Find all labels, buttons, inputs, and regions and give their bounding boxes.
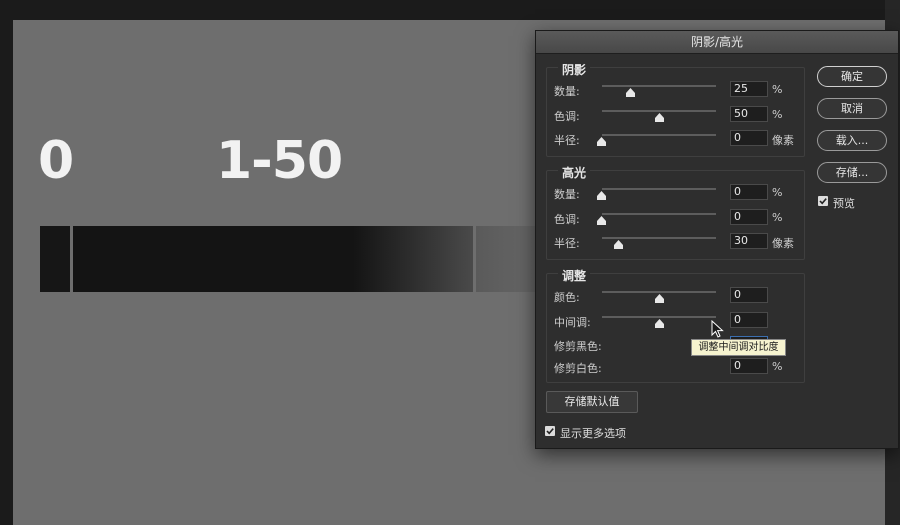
adjust-color-field[interactable]: 0 [730, 287, 768, 303]
load-button[interactable]: 载入... [817, 130, 887, 151]
adjust-midtone-label: 中间调: [554, 316, 591, 329]
highlights-radius-thumb[interactable] [614, 240, 623, 249]
show-more-options-checkbox[interactable] [545, 426, 555, 436]
highlights-tone-field[interactable]: 0 [730, 209, 768, 225]
tone-swatch-black [40, 226, 70, 292]
shadows-radius-thumb[interactable] [597, 137, 606, 146]
save-button[interactable]: 存储... [817, 162, 887, 183]
adjust-color-thumb[interactable] [655, 294, 664, 303]
midtone-tooltip: 调整中间调对比度 [691, 339, 786, 356]
shadows-tone-field[interactable]: 50 [730, 106, 768, 122]
highlights-amount-label: 数量: [554, 188, 580, 201]
shadows-highlights-dialog: 阴影/高光 阴影 数量: 25 % 色调: 50 % 半径: 0 像素 高光 数… [535, 30, 899, 449]
shadows-radius-field[interactable]: 0 [730, 130, 768, 146]
highlights-tone-unit: % [772, 211, 783, 224]
highlights-title: 高光 [558, 164, 591, 181]
shadows-radius-slider[interactable] [602, 134, 716, 136]
shadows-amount-field[interactable]: 25 [730, 81, 768, 97]
show-more-options-label: 显示更多选项 [560, 427, 626, 440]
highlights-radius-slider[interactable] [602, 237, 716, 239]
canvas-label-zero: 0 [38, 131, 74, 191]
tone-gradient-bar [73, 226, 473, 292]
adjust-midtone-slider[interactable] [602, 316, 716, 318]
adjust-white-clip-label: 修剪白色: [554, 362, 602, 375]
adjust-white-clip-unit: % [772, 360, 783, 373]
shadows-title: 阴影 [558, 61, 591, 78]
tone-gradient-end [476, 226, 536, 292]
highlights-radius-label: 半径: [554, 237, 580, 250]
cancel-button[interactable]: 取消 [817, 98, 887, 119]
adjust-color-label: 颜色: [554, 291, 580, 304]
shadows-tone-label: 色调: [554, 110, 580, 123]
shadows-amount-label: 数量: [554, 85, 580, 98]
adjust-black-clip-label: 修剪黑色: [554, 340, 602, 353]
shadows-amount-thumb[interactable] [626, 88, 635, 97]
shadows-radius-unit: 像素 [772, 134, 794, 147]
shadows-radius-label: 半径: [554, 134, 580, 147]
adjust-midtone-thumb[interactable] [655, 319, 664, 328]
highlights-amount-slider[interactable] [602, 188, 716, 190]
highlights-tone-label: 色调: [554, 213, 580, 226]
shadows-tone-slider[interactable] [602, 110, 716, 112]
canvas-label-range: 1-50 [216, 131, 343, 191]
ok-button[interactable]: 确定 [817, 66, 887, 87]
highlights-amount-thumb[interactable] [597, 191, 606, 200]
highlights-radius-unit: 像素 [772, 237, 794, 250]
preview-checkbox[interactable] [818, 196, 828, 206]
save-defaults-button[interactable]: 存储默认值 [546, 391, 638, 413]
shadows-amount-unit: % [772, 83, 783, 96]
preview-label: 预览 [833, 197, 855, 210]
shadows-tone-thumb[interactable] [655, 113, 664, 122]
highlights-amount-unit: % [772, 186, 783, 199]
highlights-radius-field[interactable]: 30 [730, 233, 768, 249]
shadows-amount-slider[interactable] [602, 85, 716, 87]
dialog-title[interactable]: 阴影/高光 [536, 31, 898, 54]
highlights-tone-thumb[interactable] [597, 216, 606, 225]
adjust-color-slider[interactable] [602, 291, 716, 293]
mouse-pointer-icon [711, 319, 725, 340]
adjust-white-clip-field[interactable]: 0 [730, 358, 768, 374]
adjust-midtone-field[interactable]: 0 [730, 312, 768, 328]
highlights-tone-slider[interactable] [602, 213, 716, 215]
adjustments-title: 调整 [558, 267, 591, 284]
shadows-tone-unit: % [772, 108, 783, 121]
highlights-amount-field[interactable]: 0 [730, 184, 768, 200]
